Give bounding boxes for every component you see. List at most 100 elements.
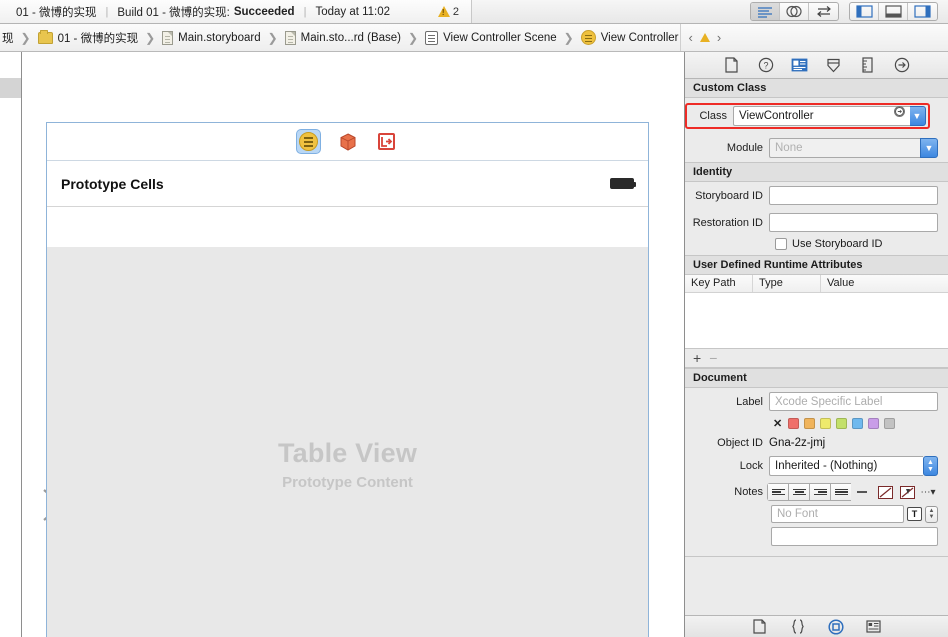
warning-badge[interactable]: 2 — [437, 5, 459, 18]
lock-value[interactable]: Inherited - (Nothing) — [769, 456, 923, 476]
breadcrumb-sep-2: ❯ — [267, 30, 278, 45]
font-panel-icon[interactable]: T — [907, 507, 922, 521]
document-label-input[interactable]: Xcode Specific Label — [769, 392, 938, 411]
breadcrumb-item-5[interactable]: View Controller — [579, 30, 681, 45]
view-toggle-group[interactable] — [849, 2, 938, 21]
runtime-attributes-body[interactable] — [685, 293, 948, 348]
toggle-navigator-button[interactable] — [850, 3, 879, 20]
breadcrumb-sep-3: ❯ — [408, 30, 419, 45]
editor-mode-group[interactable] — [750, 2, 839, 21]
first-responder-dock-icon[interactable] — [336, 130, 359, 153]
swatch-green[interactable] — [836, 418, 848, 429]
notes-font-input[interactable]: No Font — [771, 505, 904, 523]
warning-triangle-icon[interactable] — [699, 33, 710, 42]
toggle-utilities-button[interactable] — [908, 3, 937, 20]
align-left-icon[interactable] — [767, 483, 788, 501]
use-storyboard-id-row[interactable]: Use Storyboard ID — [685, 236, 948, 255]
breadcrumb-item-3[interactable]: Main.sto...rd (Base) — [283, 30, 403, 45]
exit-dock-icon[interactable] — [375, 130, 398, 153]
folder-icon — [37, 29, 53, 44]
storyboard-id-row: Storyboard ID — [685, 182, 948, 209]
notes-row: Notes ⋯▾ — [685, 480, 948, 503]
swatch-orange[interactable] — [804, 418, 816, 429]
swatch-gray[interactable] — [884, 418, 896, 429]
restoration-id-label: Restoration ID — [692, 216, 763, 229]
breadcrumb-item-4[interactable]: View Controller Scene — [423, 30, 559, 45]
class-combo[interactable]: ViewController ▼ — [733, 106, 926, 126]
document-section-title: Document — [685, 368, 948, 388]
back-chevron-icon[interactable]: ‹ — [688, 30, 692, 45]
assistant-editor-button[interactable] — [780, 3, 809, 20]
breadcrumb-label-4: View Controller Scene — [443, 31, 557, 44]
class-dropdown-arrow[interactable]: ▼ — [908, 106, 926, 126]
runtime-attributes-table[interactable]: Key Path Type Value — [685, 275, 948, 349]
navigator-selected-row[interactable] — [0, 78, 21, 98]
view-controller-dock-icon[interactable] — [297, 130, 320, 153]
add-attribute-button[interactable]: + — [693, 351, 701, 365]
file-inspector-tab[interactable] — [722, 56, 742, 75]
breadcrumb-sep-1: ❯ — [145, 30, 156, 45]
runtime-attributes-header: Key Path Type Value — [685, 275, 948, 293]
align-right-icon[interactable] — [809, 483, 830, 501]
text-highlight-icon[interactable] — [898, 483, 916, 501]
use-storyboard-id-checkbox[interactable] — [775, 238, 787, 250]
module-value[interactable]: None — [769, 138, 920, 158]
storyboard-canvas[interactable]: Prototype Cells Table View Prototype Con… — [22, 52, 684, 637]
breadcrumb-item-2[interactable]: Main.storyboard — [160, 30, 262, 45]
breadcrumb-item-0[interactable]: 现 — [0, 30, 16, 46]
view-controller-icon — [299, 132, 318, 151]
file-template-library-icon[interactable] — [751, 619, 769, 635]
storyboard-id-input[interactable] — [769, 186, 938, 205]
notes-alignment-group[interactable] — [767, 483, 872, 501]
align-justify-icon[interactable] — [830, 483, 851, 501]
quick-help-inspector-tab[interactable]: ? — [756, 56, 776, 75]
lock-stepper-icon[interactable]: ▲ ▼ — [923, 456, 938, 476]
more-options-icon[interactable]: ⋯▾ — [920, 483, 936, 501]
breadcrumb-label-3: Main.sto...rd (Base) — [300, 31, 402, 44]
connections-inspector-tab[interactable] — [892, 56, 912, 75]
no-color-icon[interactable]: ✕ — [773, 417, 782, 430]
version-editor-button[interactable] — [809, 3, 838, 20]
lock-select[interactable]: Inherited - (Nothing) ▲ ▼ — [769, 456, 938, 476]
swatch-yellow[interactable] — [820, 418, 832, 429]
size-inspector-tab[interactable] — [858, 56, 878, 75]
breadcrumb-label-5: View Controller — [600, 31, 679, 44]
custom-class-section-title: Custom Class — [685, 79, 948, 98]
swatch-red[interactable] — [788, 418, 800, 429]
identity-inspector-tab[interactable] — [790, 56, 810, 75]
view-controller-scene[interactable]: Prototype Cells Table View Prototype Con… — [46, 122, 649, 637]
restoration-id-input[interactable] — [769, 213, 938, 232]
warning-count: 2 — [452, 5, 459, 18]
forward-chevron-icon[interactable]: › — [717, 30, 721, 45]
runtime-attributes-toolbar: + − — [685, 349, 948, 368]
scene-icon — [425, 30, 439, 45]
class-clear-icon[interactable] — [894, 106, 905, 117]
remove-attribute-button[interactable]: − — [709, 351, 717, 365]
object-library-icon[interactable] — [827, 618, 845, 635]
module-combo[interactable]: None ▼ — [769, 138, 938, 158]
attributes-inspector-tab[interactable] — [824, 56, 844, 75]
navigator-edge[interactable] — [0, 52, 22, 637]
align-center-icon[interactable] — [788, 483, 809, 501]
notes-textarea[interactable] — [771, 527, 938, 546]
swatch-purple[interactable] — [868, 418, 880, 429]
code-snippet-library-icon[interactable] — [789, 619, 807, 635]
warning-triangle-icon — [437, 6, 450, 17]
module-dropdown-arrow[interactable]: ▼ — [920, 138, 938, 158]
media-library-icon[interactable] — [865, 619, 883, 635]
standard-editor-button[interactable] — [751, 3, 780, 20]
toggle-debug-area-button[interactable] — [879, 3, 908, 20]
font-size-stepper[interactable]: ▲ ▼ — [925, 505, 938, 523]
text-color-icon[interactable] — [876, 483, 894, 501]
status-divider-2: | — [303, 5, 307, 18]
breadcrumb-label-2: Main.storyboard — [178, 31, 261, 44]
breadcrumb-item-1[interactable]: 01 - 微博的实现 — [36, 29, 141, 46]
status-scheme: 01 - 微博的实现 — [16, 6, 97, 19]
align-natural-icon[interactable] — [851, 483, 872, 501]
document-label-label: Label — [736, 395, 763, 408]
table-view-placeholder[interactable]: Table View Prototype Content — [47, 247, 648, 637]
class-value[interactable]: ViewController — [733, 106, 910, 126]
library-selector-bar — [685, 615, 948, 637]
utilities-inspector-panel: ? Custom Class Class ViewController ▼ Mo… — [684, 52, 948, 637]
swatch-blue[interactable] — [852, 418, 864, 429]
